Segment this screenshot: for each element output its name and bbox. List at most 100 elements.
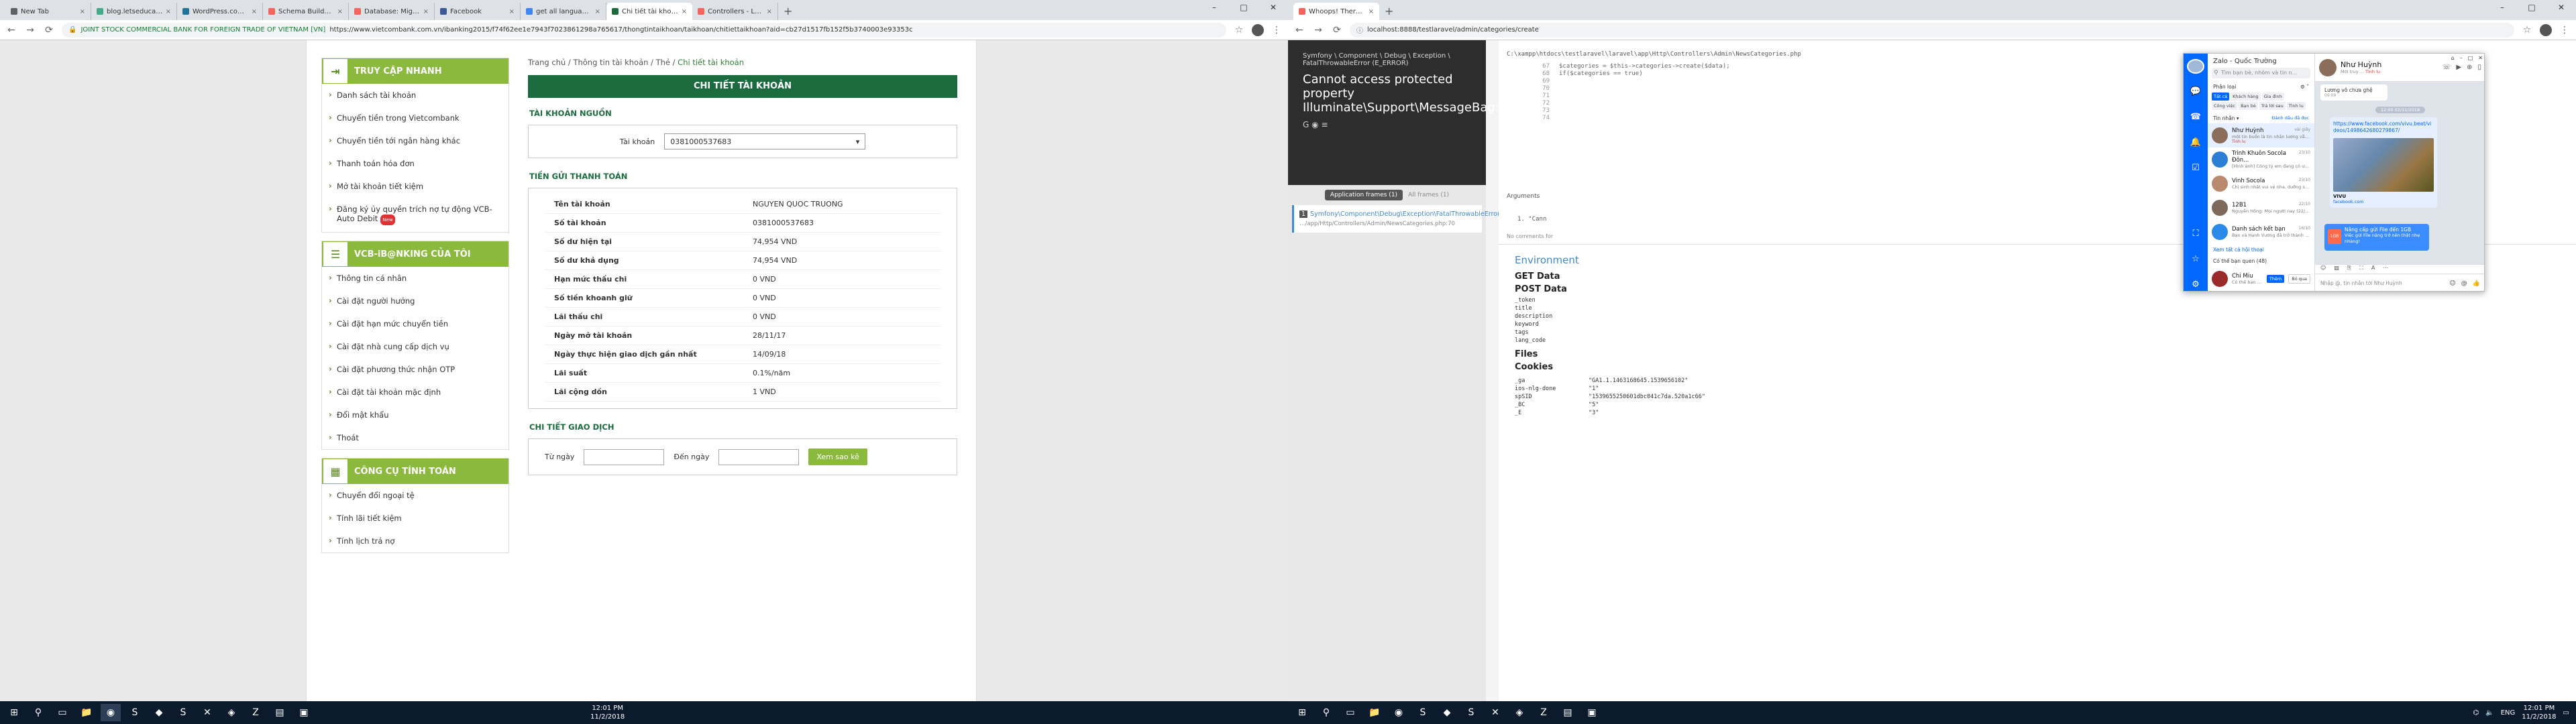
skype-icon[interactable]: S xyxy=(173,704,193,721)
browser-tab[interactable]: Database: Migrations -...× xyxy=(349,3,435,20)
category-chip[interactable]: Gia đình xyxy=(2261,93,2284,101)
tab-close-icon[interactable]: × xyxy=(166,8,171,15)
category-chip[interactable]: Khách hàng xyxy=(2231,93,2261,101)
tag-settings-icon[interactable]: ⚙ ˄ xyxy=(2300,84,2309,90)
add-member-icon[interactable]: ⊕ xyxy=(2467,64,2472,71)
conversation-item[interactable]: Như Huỳnh vài giây một tin buồn là tin nhắ… xyxy=(2208,123,2314,147)
google-icon[interactable]: G xyxy=(1303,120,1309,129)
tab-close-icon[interactable]: × xyxy=(682,8,687,15)
sidebar-link[interactable]: Thoát xyxy=(322,426,508,449)
suggestion-item[interactable]: Chi Miu Có thể bạn quen Thêm Bỏ qua xyxy=(2208,267,2314,291)
browser-tab[interactable]: Facebook × xyxy=(435,3,521,20)
file-explorer-icon[interactable]: 📁 xyxy=(76,704,97,721)
browser-tab[interactable]: get all languages larav...× xyxy=(521,3,606,20)
bell-icon[interactable]: 🔔 xyxy=(2190,135,2201,150)
all-frames-button[interactable]: All frames (1) xyxy=(1408,192,1449,198)
windows-start-icon[interactable]: ⊞ xyxy=(1292,704,1312,721)
chrome-icon[interactable]: ◉ xyxy=(1389,704,1409,721)
sidebar-link[interactable]: Tính lãi tiết kiệm xyxy=(322,507,508,530)
capture-icon[interactable]: ⛶ xyxy=(2359,265,2363,274)
zalo-taskbar-icon[interactable]: Z xyxy=(1534,704,1554,721)
tab-close-icon[interactable]: × xyxy=(337,8,343,15)
text-format-icon[interactable]: A xyxy=(2371,265,2375,274)
info-panel-icon[interactable]: ▯ xyxy=(2477,64,2481,71)
inbox-label[interactable]: Tin nhắn ▾ xyxy=(2213,115,2239,121)
message-input[interactable]: Nhập @, tin nhắn tới Như Huỳnh ☺ @ 👍 xyxy=(2315,274,2484,291)
to-date-input[interactable] xyxy=(718,448,800,465)
sidebar-link[interactable]: Cài đặt người hưởng xyxy=(322,290,508,312)
search-icon[interactable]: ⚲ xyxy=(28,704,48,721)
url-field[interactable]: ⓘ localhost:8888/testlaravel/admin/categ… xyxy=(1350,22,2514,38)
from-date-input[interactable] xyxy=(584,448,665,465)
sidebar-link[interactable]: Mở tài khoản tiết kiệm xyxy=(322,175,508,198)
profile-avatar[interactable] xyxy=(1252,23,1264,36)
back-icon[interactable]: ← xyxy=(1293,25,1305,36)
browser-tab[interactable]: WordPress.com and W...× xyxy=(177,3,263,20)
star-icon[interactable]: ☆ xyxy=(2192,252,2200,267)
terminal-icon[interactable]: ▣ xyxy=(294,704,314,721)
link-url[interactable]: https://www.facebook.com/vivu.beat/video… xyxy=(2333,121,2434,134)
sourcetree-icon[interactable]: ◈ xyxy=(1509,704,1529,721)
maximize-icon[interactable]: □ xyxy=(2517,0,2546,17)
terminal-icon[interactable]: ▣ xyxy=(1582,704,1602,721)
image-icon[interactable]: ▨ xyxy=(2334,265,2339,274)
category-chip[interactable]: Bạn bè xyxy=(2239,102,2258,110)
category-chip[interactable]: Trả lời sau xyxy=(2259,102,2286,110)
category-chip[interactable]: Tất cả xyxy=(2212,93,2230,101)
user-avatar[interactable] xyxy=(2187,59,2204,74)
browser-tab[interactable]: Schema Builder - Larav...× xyxy=(263,3,349,20)
sidebar-link[interactable]: Thanh toán hóa đơn xyxy=(322,152,508,175)
back-icon[interactable]: ← xyxy=(5,25,17,36)
pin-icon[interactable]: ⌂ xyxy=(2451,55,2455,61)
zalo-taskbar-icon[interactable]: Z xyxy=(246,704,266,721)
duckduckgo-icon[interactable]: ◉ xyxy=(1311,120,1318,129)
sidebar-link[interactable]: Đổi mật khẩu xyxy=(322,404,508,426)
volume-icon[interactable]: 🔈 xyxy=(2485,709,2493,717)
search-icon[interactable]: ⚲ xyxy=(1316,704,1336,721)
mark-read-link[interactable]: Đánh dấu đã đọc xyxy=(2272,115,2309,121)
vs-icon[interactable]: ◆ xyxy=(149,704,169,721)
see-all-link[interactable]: Xem tất cả hội thoại xyxy=(2208,244,2314,255)
skype-icon[interactable]: S xyxy=(1461,704,1481,721)
folder-icon[interactable]: ▤ xyxy=(270,704,290,721)
language-indicator[interactable]: ENG xyxy=(2501,709,2516,717)
mention-icon[interactable]: @ xyxy=(2461,280,2467,287)
network-icon[interactable]: ⌬ xyxy=(2473,709,2479,717)
xampp-icon[interactable]: ✕ xyxy=(1485,704,1505,721)
account-select[interactable]: 0381000537683 ▾ xyxy=(664,133,866,149)
star-icon[interactable]: ☆ xyxy=(1233,25,1245,36)
sublime-icon[interactable]: S xyxy=(125,704,145,721)
browser-tab[interactable]: blog.letseducate.admi...× xyxy=(91,3,177,20)
zalo-search-input[interactable]: Tìm bạn bè, nhóm và tin n... xyxy=(2212,68,2310,78)
forward-icon[interactable]: → xyxy=(24,25,36,36)
folder-icon[interactable]: ▤ xyxy=(1558,704,1578,721)
add-friend-button[interactable]: Thêm xyxy=(2266,275,2285,283)
sidebar-link[interactable]: Thông tin cá nhân xyxy=(322,267,508,290)
sidebar-link[interactable]: Chuyển tiền tới ngân hàng khác xyxy=(322,129,508,152)
sidebar-link[interactable]: Cài đặt hạn mức chuyển tiền xyxy=(322,312,508,335)
category-chip[interactable]: Tình lu xyxy=(2286,102,2306,110)
tab-close-icon[interactable]: × xyxy=(252,8,257,15)
profile-avatar[interactable] xyxy=(2540,23,2552,36)
clock-right[interactable]: 12:01 PM 11/2/2018 xyxy=(2522,704,2556,721)
tab-close-icon[interactable]: × xyxy=(423,8,429,15)
vs-icon[interactable]: ◆ xyxy=(1437,704,1457,721)
like-icon[interactable]: 👍 xyxy=(2473,280,2480,287)
emoji-icon[interactable]: ☺ xyxy=(2449,280,2455,287)
attach-icon[interactable]: ⎘ xyxy=(2347,265,2351,274)
notifications-icon[interactable]: ▭ xyxy=(2563,709,2569,717)
close-icon[interactable]: ✕ xyxy=(2546,0,2576,17)
tab-close-icon[interactable]: × xyxy=(509,8,515,15)
tab-close-icon[interactable]: × xyxy=(80,8,85,15)
minimize-icon[interactable]: – xyxy=(2460,55,2463,61)
sidebar-link[interactable]: Danh sách tài khoản xyxy=(322,84,508,107)
skip-button[interactable]: Bỏ qua xyxy=(2288,274,2310,284)
stackoverflow-icon[interactable]: ≡ xyxy=(1321,120,1328,129)
url-field[interactable]: 🔒 JOINT STOCK COMMERCIAL BANK FOR FOREIG… xyxy=(62,22,1226,38)
tab-close-icon[interactable]: × xyxy=(595,8,600,15)
conversation-item[interactable]: 12B1 22/10 Nguyễn Hồng: Mọi người nay (22/… xyxy=(2208,196,2314,220)
chat-nav-icon[interactable]: 💬 xyxy=(2190,84,2201,99)
close-icon[interactable]: ✕ xyxy=(1258,0,1288,17)
clock[interactable]: 12:01 PM 11/2/2018 xyxy=(590,704,625,721)
maximize-icon[interactable]: □ xyxy=(2468,55,2473,61)
